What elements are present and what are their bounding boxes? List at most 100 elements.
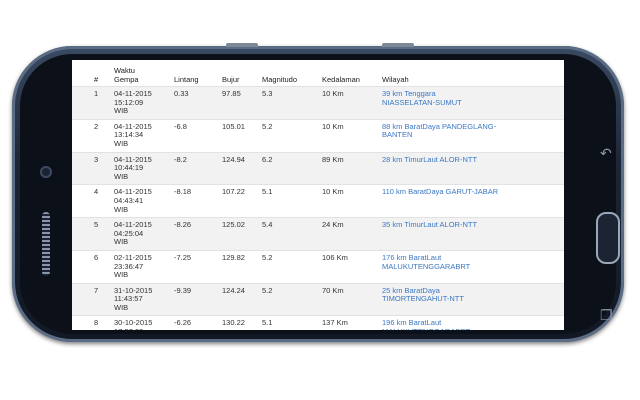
cell-wilayah[interactable]: 110 km BaratDaya GARUT-JABAR (378, 184, 564, 218)
row-number: 2 (94, 121, 99, 131)
region-link[interactable]: 110 km BaratDaya GARUT-JABAR (382, 187, 498, 197)
cell-bujur: 105.01 (218, 118, 258, 153)
region-link[interactable]: 25 km BaratDaya TIMORTENGAHUT-NTT (382, 286, 464, 304)
row-number: 6 (94, 252, 99, 262)
cell-bujur: 107.22 (218, 184, 258, 218)
cell-waktu: 31-10-2015 11:43:57 WIB (110, 282, 170, 316)
timezone-text: WIB (114, 138, 129, 148)
front-camera (40, 166, 52, 178)
cell-wilayah[interactable]: 176 km BaratLaut MALUKUTENGGARABRT (378, 249, 564, 284)
region-link[interactable]: 35 km TimurLaut ALOR-NTT (382, 220, 477, 229)
timezone-text: WIB (114, 237, 129, 247)
cell-kedalaman: 10 Km (318, 118, 378, 153)
cell-waktu: 04-11-2015 10:44:19 WIB (110, 151, 170, 185)
timezone-text: WIB (114, 171, 129, 181)
row-number: 7 (94, 285, 99, 295)
cell-wilayah[interactable]: 28 km TimurLaut ALOR-NTT (378, 151, 564, 185)
region-link[interactable]: 176 km BaratLaut MALUKUTENGGARABRT (382, 253, 470, 271)
cell-magnitudo: 6.2 (258, 151, 318, 185)
volume-button (226, 43, 258, 47)
header-lintang: Lintang (174, 75, 199, 84)
timezone-text: WIB (114, 204, 129, 214)
cell-bujur: 129.82 (218, 249, 258, 284)
cell-lintang: -8.18 (170, 184, 218, 218)
cell-waktu: 30-10-201517:27:03WIB (110, 315, 170, 330)
recent-apps-icon[interactable]: ❐ (600, 308, 613, 322)
cell-kedalaman: 106 Km (318, 249, 378, 284)
header-bujur: Bujur (222, 75, 240, 84)
header-magnitudo: Magnitudo (262, 75, 298, 84)
cell-lintang: -7.25 (170, 249, 218, 284)
cell-no: 6 (72, 249, 110, 284)
row-number: 4 (94, 187, 99, 197)
phone-screen: # Waktu Gempa Lintang Bujur Magnitudo Ke… (72, 60, 564, 330)
timezone-text: WIB (114, 270, 129, 280)
row-number: 3 (94, 154, 99, 164)
region-link[interactable]: 196 km BaratLaut MALUKUTENGGARABRT (382, 318, 470, 330)
row-number: 8 (94, 318, 99, 328)
cell-no: 3 (72, 151, 110, 185)
cell-bujur: 97.85 (218, 86, 258, 120)
cell-kedalaman: 137 Km (318, 315, 378, 330)
time-text: 17:27:03 (114, 327, 143, 330)
cell-no: 1 (72, 86, 110, 120)
table-row: 6 02-11-2015 23:36:47 WIB -7.25 129.82 5.2 106 … (72, 249, 564, 284)
cell-magnitudo: 5.1 (258, 184, 318, 218)
cell-kedalaman: 24 Km (318, 217, 378, 251)
header-kedalaman: Kedalaman (322, 75, 360, 84)
cell-kedalaman: 10 Km (318, 86, 378, 120)
cell-no: 7 (72, 282, 110, 316)
cell-kedalaman: 89 Km (318, 151, 378, 185)
cell-magnitudo: 5.2 (258, 282, 318, 316)
table-row: 1 04-11-2015 15:12:09 WIB 0.33 97.85 5.3 10 Km 3… (72, 86, 564, 120)
table-row: 2 04-11-2015 13:14:34 WIB -6.8 105.01 5.2 10 Km… (72, 118, 564, 153)
table-row: 3 04-11-2015 10:44:19 WIB -8.2 124.94 6.2 89 Km… (72, 151, 564, 185)
region-link[interactable]: 39 km Tenggara NIASSELATAN-SUMUT (382, 89, 462, 107)
cell-bujur: 125.02 (218, 217, 258, 251)
cell-waktu: 04-11-2015 15:12:09 WIB (110, 86, 170, 120)
earthquake-table: # Waktu Gempa Lintang Bujur Magnitudo Ke… (72, 60, 564, 330)
cell-waktu: 04-11-2015 04:43:41 WIB (110, 184, 170, 218)
cell-waktu: 04-11-2015 04:25:04 WIB (110, 217, 170, 251)
cell-lintang: -6.8 (170, 118, 218, 153)
table-header-row: # Waktu Gempa Lintang Bujur Magnitudo Ke… (72, 60, 564, 87)
cell-wilayah[interactable]: 35 km TimurLaut ALOR-NTT (378, 217, 564, 251)
cell-bujur: 124.24 (218, 282, 258, 316)
cell-lintang: -9.39 (170, 282, 218, 316)
home-button[interactable] (596, 212, 620, 264)
cell-waktu: 02-11-2015 23:36:47 WIB (110, 249, 170, 284)
region-link[interactable]: 88 km BaratDaya PANDEGLANG- BANTEN (382, 122, 496, 140)
cell-lintang: -8.2 (170, 151, 218, 185)
table-row: 4 04-11-2015 04:43:41 WIB -8.18 107.22 5.1 10 K… (72, 184, 564, 218)
table-row: 7 31-10-2015 11:43:57 WIB -9.39 124.24 5.2 70 K… (72, 282, 564, 316)
power-button (382, 43, 414, 47)
cell-kedalaman: 10 Km (318, 184, 378, 218)
cell-no: 2 (72, 118, 110, 153)
cell-wilayah[interactable]: 25 km BaratDaya TIMORTENGAHUT-NTT (378, 282, 564, 316)
cell-lintang: 0.33 (170, 86, 218, 120)
cell-waktu: 04-11-2015 13:14:34 WIB (110, 118, 170, 153)
cell-magnitudo: 5.1 (258, 315, 318, 330)
row-number: 5 (94, 220, 99, 230)
back-arrow-icon[interactable]: ↶ (600, 146, 612, 160)
cell-kedalaman: 70 Km (318, 282, 378, 316)
cell-wilayah[interactable]: 196 km BaratLaut MALUKUTENGGARABRT (378, 315, 564, 330)
cell-magnitudo: 5.4 (258, 217, 318, 251)
cell-bujur: 124.94 (218, 151, 258, 185)
table-row: 8 30-10-201517:27:03WIB-6.26130.225.1137 … (72, 315, 564, 330)
cell-wilayah[interactable]: 88 km BaratDaya PANDEGLANG- BANTEN (378, 118, 564, 153)
header-no: # (94, 75, 99, 84)
timezone-text: WIB (114, 106, 129, 116)
speaker-grille (42, 212, 50, 276)
region-link[interactable]: 28 km TimurLaut ALOR-NTT (382, 155, 477, 164)
row-number: 1 (94, 89, 99, 98)
header-waktu: Waktu Gempa (114, 66, 139, 84)
cell-magnitudo: 5.2 (258, 249, 318, 284)
cell-lintang: -6.26 (170, 315, 218, 330)
cell-lintang: -8.26 (170, 217, 218, 251)
header-wilayah: Wilayah (382, 75, 409, 84)
cell-wilayah[interactable]: 39 km Tenggara NIASSELATAN-SUMUT (378, 86, 564, 120)
cell-no: 8 (72, 315, 110, 330)
cell-no: 4 (72, 184, 110, 218)
cell-bujur: 130.22 (218, 315, 258, 330)
